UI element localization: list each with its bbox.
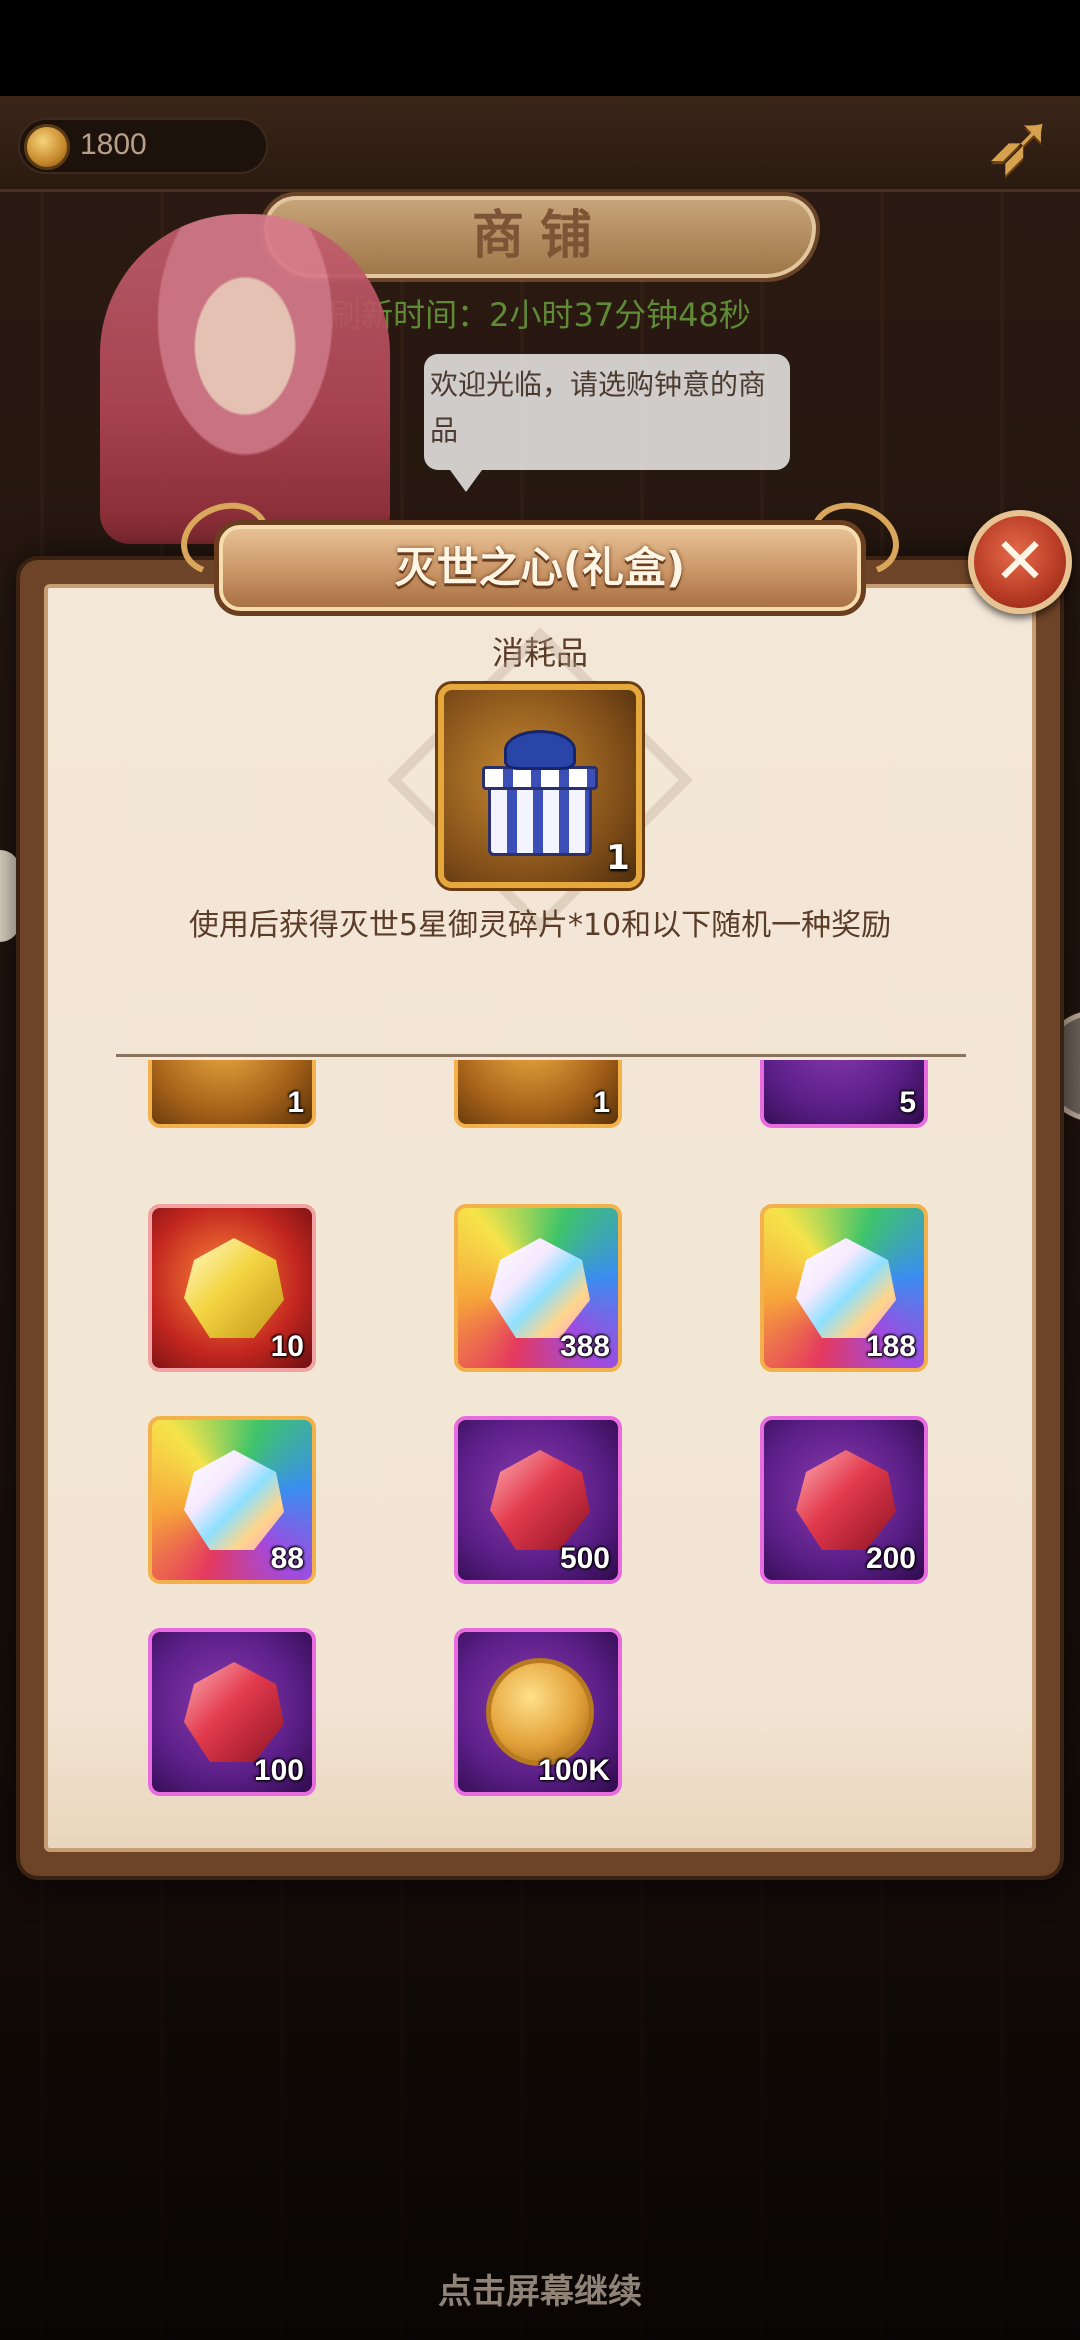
reward-slot[interactable]: 200 xyxy=(760,1416,928,1584)
reward-slot[interactable]: 5 xyxy=(760,1060,928,1128)
ruby-icon xyxy=(490,1450,590,1550)
coin-icon xyxy=(24,124,70,170)
speech-text: 欢迎光临，请选购钟意的商品 xyxy=(430,368,767,447)
reward-count: 1 xyxy=(593,1086,610,1119)
back-arrow-icon[interactable]: ➶ xyxy=(972,100,1068,188)
reward-count: 10 xyxy=(270,1330,304,1363)
yellow-gem-icon xyxy=(184,1238,284,1338)
gift-body xyxy=(488,782,592,856)
reward-slot[interactable]: 188 xyxy=(760,1204,928,1372)
reward-count: 5 xyxy=(899,1086,916,1119)
reward-slot[interactable]: 10 xyxy=(148,1204,316,1372)
close-button[interactable]: ✕ xyxy=(968,510,1072,614)
rainbow-crystal-icon xyxy=(796,1238,896,1338)
modal-title: 灭世之心(礼盒) xyxy=(394,543,686,592)
gift-bow xyxy=(504,730,576,770)
divider xyxy=(116,1054,966,1057)
ruby-icon xyxy=(184,1662,284,1762)
reward-count: 200 xyxy=(865,1542,916,1575)
reward-count: 88 xyxy=(270,1542,304,1575)
item-description: 使用后获得灭世5星御灵碎片*10和以下随机一种奖励 xyxy=(188,908,892,943)
rainbow-crystal-icon xyxy=(490,1238,590,1338)
reward-count: 500 xyxy=(559,1542,610,1575)
reward-slot[interactable]: 100K xyxy=(454,1628,622,1796)
reward-slot[interactable]: 100 xyxy=(148,1628,316,1796)
reward-slot[interactable]: 388 xyxy=(454,1204,622,1372)
tap-to-continue[interactable]: 点击屏幕继续 xyxy=(0,2264,1080,2313)
reward-count: 188 xyxy=(865,1330,916,1363)
rainbow-crystal-icon xyxy=(184,1450,284,1550)
reward-slot[interactable]: 500 xyxy=(454,1416,622,1584)
status-bar xyxy=(0,0,1080,96)
close-x-icon: ✕ xyxy=(993,525,1047,599)
reward-count: 100K xyxy=(538,1754,610,1787)
reward-slot[interactable]: 88 xyxy=(148,1416,316,1584)
main-item-count: 1 xyxy=(606,838,630,878)
rewards-grid[interactable]: 1 1 5 10 388 188 88 500 200 100 100K xyxy=(44,1060,1036,1820)
gift-box-icon xyxy=(482,730,598,856)
side-tab-left[interactable] xyxy=(0,850,20,942)
reward-slot[interactable]: 1 xyxy=(148,1060,316,1128)
reward-count: 388 xyxy=(559,1330,610,1363)
reward-count: 100 xyxy=(253,1754,304,1787)
ruby-icon xyxy=(796,1450,896,1550)
gold-coin-icon xyxy=(486,1658,594,1766)
coin-amount: 1800 xyxy=(80,128,147,161)
reward-slot[interactable]: 1 xyxy=(454,1060,622,1128)
shopkeeper-portrait xyxy=(100,214,390,544)
reward-count: 1 xyxy=(287,1086,304,1119)
